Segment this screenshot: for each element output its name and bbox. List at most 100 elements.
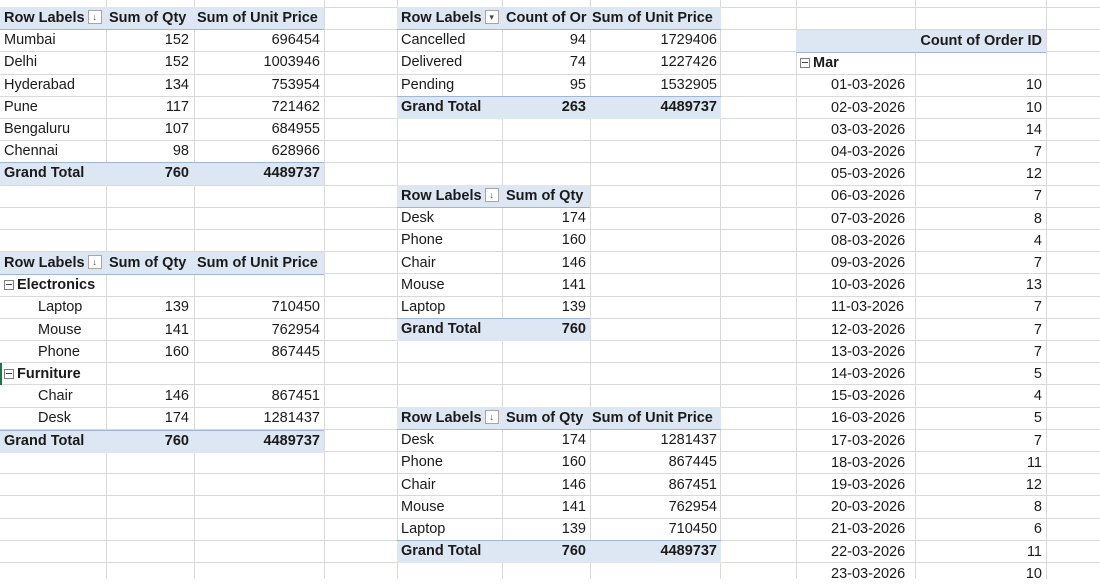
value-qty[interactable]: 174 [105,407,193,429]
row-label-date[interactable]: 19-03-2026 [796,474,914,496]
row-label-product[interactable]: Desk [397,207,504,229]
row-label-product[interactable]: Mouse [397,496,504,518]
value-count-order-id[interactable]: 7 [914,430,1046,452]
value-unit-price[interactable]: 1281437 [588,429,721,451]
row-labels-header[interactable]: Row Labels ↓ [397,185,504,207]
value-count-order-id[interactable]: 10 [914,97,1046,119]
value-unit-price[interactable]: 710450 [193,296,324,318]
value-count-order-id[interactable]: 4 [914,230,1046,252]
value-unit-price[interactable]: 867451 [588,474,721,496]
grand-total-count[interactable]: 263 [502,96,590,118]
value-qty[interactable]: 146 [502,252,590,274]
value-unit-price[interactable]: 753954 [193,74,324,96]
value-qty[interactable]: 146 [105,385,193,407]
grand-total-qty[interactable]: 760 [105,162,193,184]
value-unit-price[interactable]: 1729406 [588,29,721,51]
collapse-icon[interactable] [4,280,14,291]
row-label-product[interactable]: Phone [0,341,107,363]
count-order-header[interactable]: Count of Or [502,7,590,29]
group-row-electronics[interactable]: Electronics [0,274,190,296]
group-row-furniture[interactable]: Furniture [0,363,190,385]
grand-total-label[interactable]: Grand Total [0,162,107,184]
sort-filter-icon[interactable]: ↓ [87,10,102,25]
sum-unit-price-header[interactable]: Sum of Unit Price [588,407,721,429]
value-qty[interactable]: 174 [502,207,590,229]
value-unit-price[interactable]: 684955 [193,118,324,140]
row-label-product[interactable]: Phone [397,451,504,473]
value-count-order-id[interactable]: 7 [914,341,1046,363]
row-label-product[interactable]: Chair [397,252,504,274]
value-count-order-id[interactable]: 7 [914,141,1046,163]
row-label-product[interactable]: Chair [397,474,504,496]
sort-filter-icon[interactable]: ↓ [484,410,499,425]
value-count-order-id[interactable]: 14 [914,119,1046,141]
value-count[interactable]: 74 [502,51,590,73]
value-count-order-id[interactable]: 11 [914,452,1046,474]
grand-total-unit-price[interactable]: 4489737 [588,96,721,118]
value-qty[interactable]: 141 [105,319,193,341]
value-count-order-id[interactable]: 6 [914,518,1046,540]
row-label-product[interactable]: Laptop [397,296,504,318]
value-qty[interactable]: 146 [502,474,590,496]
value-count-order-id[interactable]: 12 [914,163,1046,185]
row-label-city[interactable]: Delhi [0,51,107,73]
row-label-product[interactable]: Mouse [0,319,107,341]
sort-filter-icon[interactable]: ↓ [484,188,499,203]
value-qty[interactable]: 160 [502,451,590,473]
value-unit-price[interactable]: 721462 [193,96,324,118]
row-label-date[interactable]: 07-03-2026 [796,208,914,230]
grand-total-label[interactable]: Grand Total [0,430,107,452]
value-count-order-id[interactable]: 7 [914,252,1046,274]
row-label-date[interactable]: 18-03-2026 [796,452,914,474]
row-label-date[interactable]: 06-03-2026 [796,185,914,207]
row-label-city[interactable]: Hyderabad [0,74,107,96]
sum-unit-price-header[interactable]: Sum of Unit Price [193,7,324,29]
value-count-order-id[interactable]: 7 [914,185,1046,207]
sum-qty-header[interactable]: Sum of Qty [502,407,590,429]
value-unit-price[interactable]: 867445 [193,341,324,363]
row-label-product[interactable]: Desk [397,429,504,451]
value-unit-price[interactable]: 628966 [193,140,324,162]
row-label-date[interactable]: 13-03-2026 [796,341,914,363]
value-qty[interactable]: 98 [105,140,193,162]
value-qty[interactable]: 141 [502,496,590,518]
row-label-product[interactable]: Phone [397,229,504,251]
value-qty[interactable]: 139 [502,296,590,318]
collapse-icon[interactable] [4,369,14,380]
row-label-city[interactable]: Mumbai [0,29,107,51]
sum-qty-header[interactable]: Sum of Qty [502,185,590,207]
row-label-date[interactable]: 23-03-2026 [796,563,914,585]
value-qty[interactable]: 141 [502,274,590,296]
row-label-date[interactable]: 02-03-2026 [796,97,914,119]
value-unit-price[interactable]: 1227426 [588,51,721,73]
group-row-mar[interactable]: Mar [796,52,914,74]
row-label-date[interactable]: 17-03-2026 [796,430,914,452]
row-label-product[interactable]: Laptop [0,296,107,318]
value-unit-price[interactable]: 1532905 [588,74,721,96]
grand-total-qty[interactable]: 760 [502,318,590,340]
value-qty[interactable]: 152 [105,29,193,51]
value-unit-price[interactable]: 867451 [193,385,324,407]
row-label-status[interactable]: Cancelled [397,29,504,51]
row-label-status[interactable]: Delivered [397,51,504,73]
grand-total-label[interactable]: Grand Total [397,540,504,562]
sort-filter-icon[interactable]: ↓ [87,255,102,270]
row-label-status[interactable]: Pending [397,74,504,96]
value-qty[interactable]: 152 [105,51,193,73]
grand-total-qty[interactable]: 760 [502,540,590,562]
value-count-order-id[interactable]: 8 [914,496,1046,518]
row-labels-header[interactable]: Row Labels ↓ [397,407,504,429]
sum-qty-header[interactable]: Sum of Qty [105,252,195,274]
value-count[interactable]: 94 [502,29,590,51]
value-qty[interactable]: 160 [502,229,590,251]
row-label-date[interactable]: 22-03-2026 [796,541,914,563]
row-label-date[interactable]: 12-03-2026 [796,319,914,341]
row-label-date[interactable]: 10-03-2026 [796,274,914,296]
row-label-date[interactable]: 21-03-2026 [796,518,914,540]
value-count-order-id[interactable]: 12 [914,474,1046,496]
value-qty[interactable]: 160 [105,341,193,363]
count-order-id-header[interactable]: Count of Order ID [914,30,1046,52]
sum-unit-price-header[interactable]: Sum of Unit Price [588,7,721,29]
row-labels-header[interactable]: Row Labels ▾ [397,7,504,29]
value-unit-price[interactable]: 762954 [588,496,721,518]
